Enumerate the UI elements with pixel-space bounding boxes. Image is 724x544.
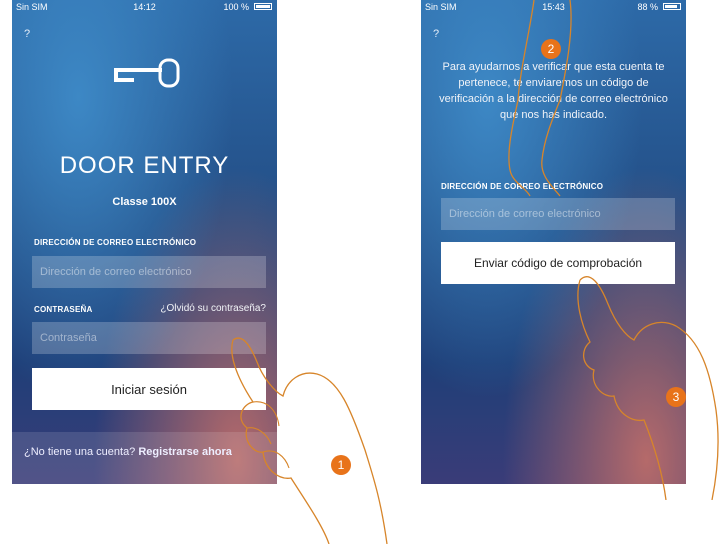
battery-percent: 88 %	[637, 2, 658, 12]
status-bar: Sin SIM 14:12 100 %	[12, 0, 277, 14]
battery-icon	[254, 3, 272, 10]
step-badge-1: 1	[331, 455, 351, 475]
email-label: DIRECCIÓN DE CORREO ELECTRÓNICO	[34, 238, 197, 247]
forgot-password-link[interactable]: ¿Olvidó su contraseña?	[160, 303, 266, 314]
key-icon	[114, 58, 180, 88]
password-label: CONTRASEÑA	[34, 305, 93, 314]
send-code-button[interactable]: Enviar código de comprobación	[441, 242, 675, 284]
battery-icon	[663, 3, 681, 10]
help-button[interactable]: ?	[24, 28, 30, 40]
step-badge-2: 2	[541, 39, 561, 59]
password-field[interactable]	[32, 322, 266, 354]
battery-percent: 100 %	[223, 2, 249, 12]
register-link[interactable]: Registrarse ahora	[138, 446, 232, 458]
footer-text: ¿No tiene una cuenta? Registrarse ahora	[24, 446, 232, 458]
app-subtitle: Classe 100X	[112, 196, 177, 208]
verification-info-text: Para ayudarnos a verificar que esta cuen…	[439, 61, 668, 121]
verification-screen: Sin SIM 15:43 88 % ? Para ayudarnos a ve…	[421, 0, 686, 484]
step-badge-3: 3	[666, 387, 686, 407]
email-field[interactable]	[441, 198, 675, 230]
login-screen: Sin SIM 14:12 100 % ? DOOR ENTRY Classe …	[12, 0, 277, 484]
footer-question: ¿No tiene una cuenta?	[24, 446, 139, 458]
status-bar: Sin SIM 15:43 88 %	[421, 0, 686, 14]
help-button[interactable]: ?	[433, 28, 439, 40]
email-label: DIRECCIÓN DE CORREO ELECTRÓNICO	[441, 182, 604, 191]
register-footer: ¿No tiene una cuenta? Registrarse ahora	[12, 432, 277, 484]
email-field[interactable]	[32, 256, 266, 288]
app-title: DOOR ENTRY	[59, 152, 230, 179]
login-button[interactable]: Iniciar sesión	[32, 368, 266, 410]
